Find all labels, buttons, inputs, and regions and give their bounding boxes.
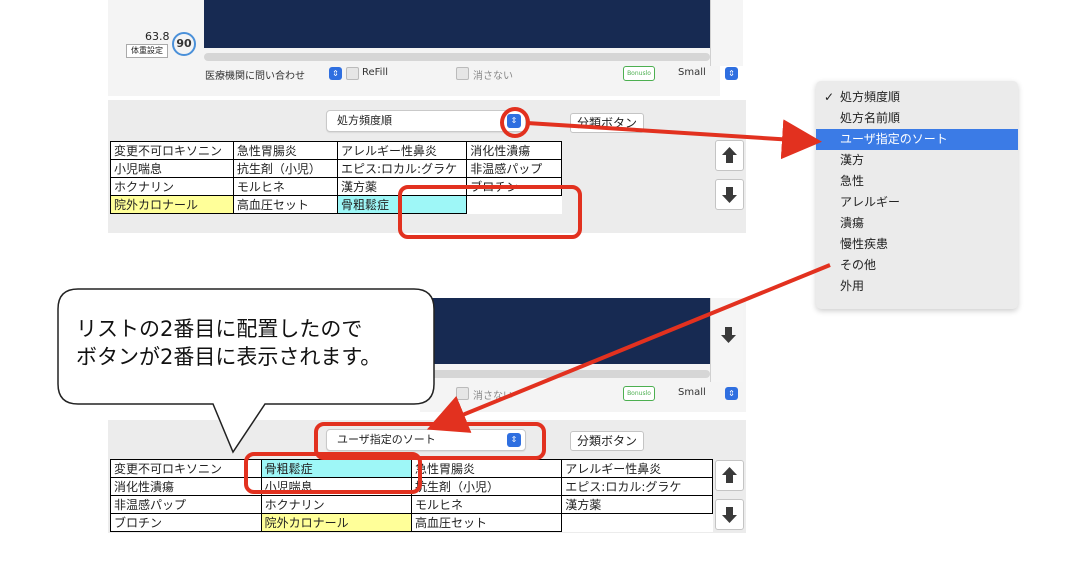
annotation-arrows — [426, 119, 831, 433]
arrow-to-menu — [526, 119, 822, 160]
arrow-to-select — [426, 263, 831, 433]
